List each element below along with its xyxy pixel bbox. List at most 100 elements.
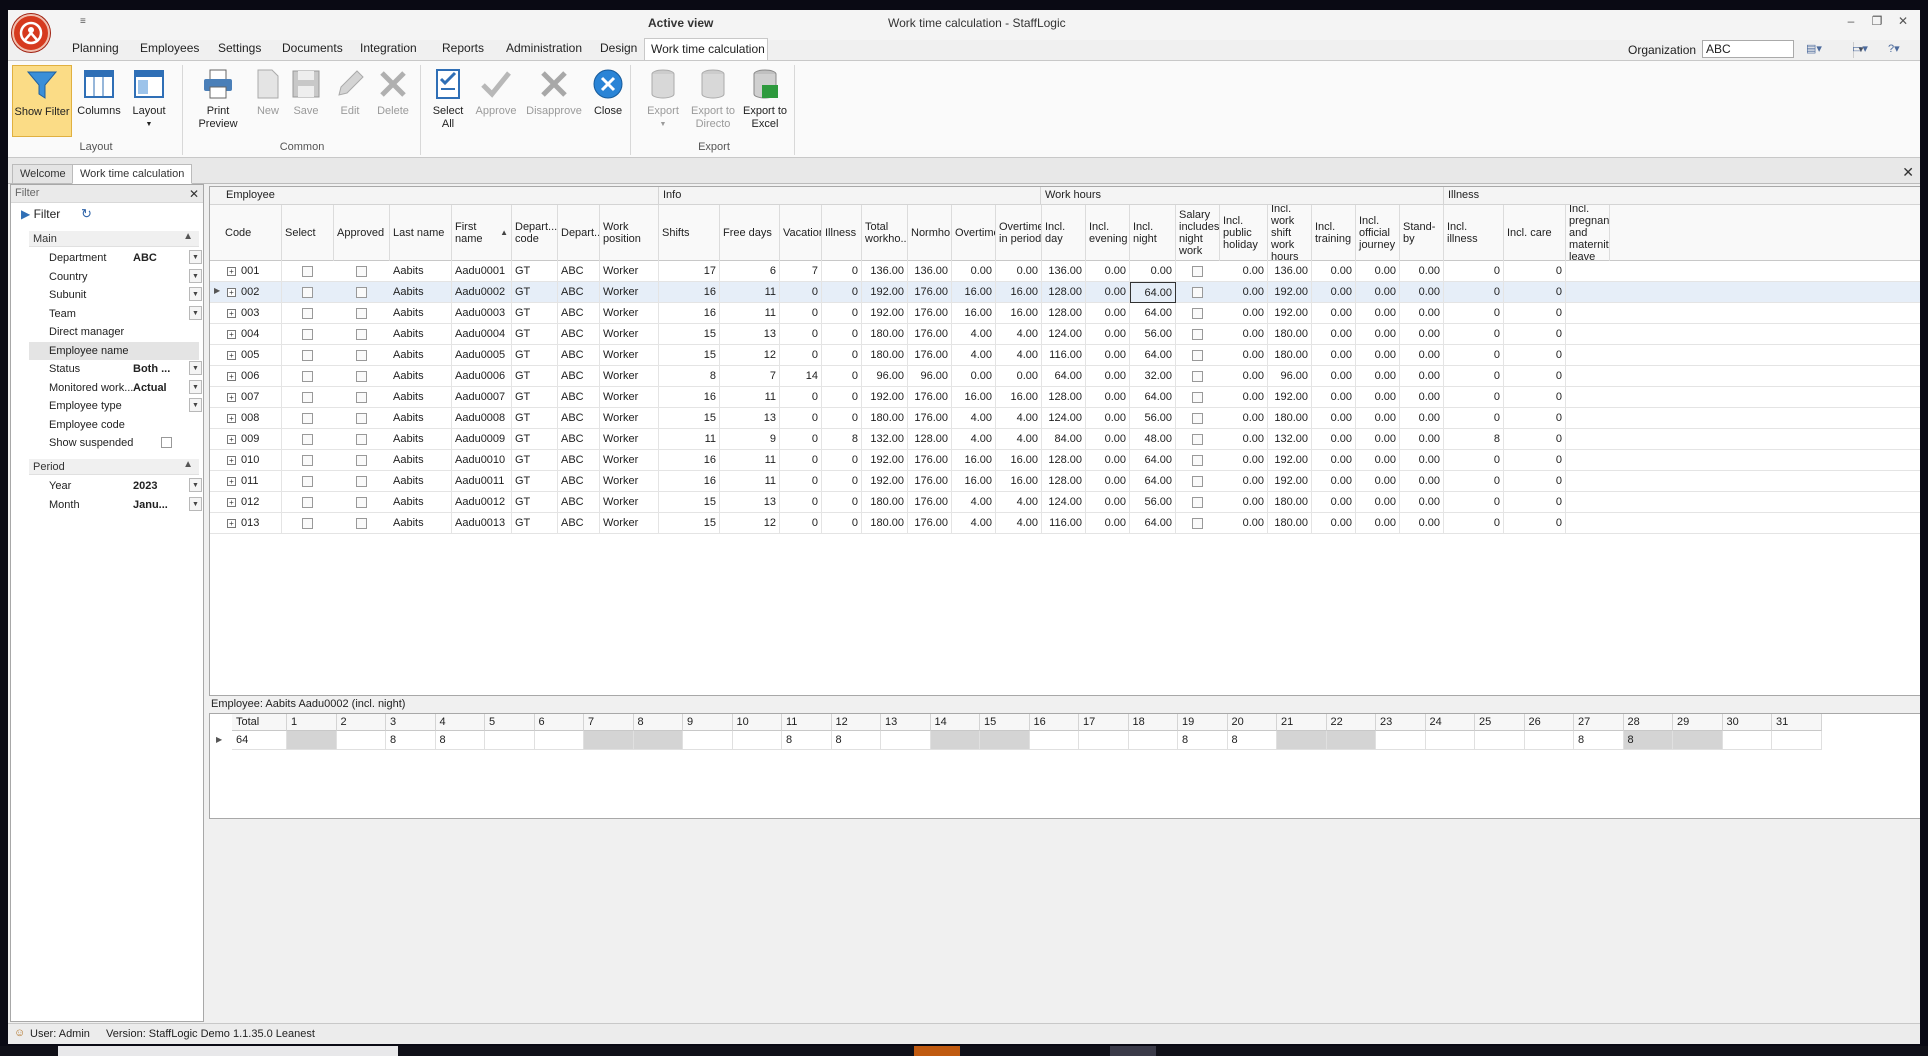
table-cell[interactable]: 0.00	[1220, 282, 1268, 303]
approved-checkbox[interactable]	[356, 329, 367, 340]
table-cell[interactable]: 0	[780, 408, 822, 429]
table-cell[interactable]: 176.00	[908, 282, 952, 303]
table-cell[interactable]: 0	[780, 450, 822, 471]
table-cell[interactable]: Aabits	[390, 324, 452, 345]
table-cell[interactable]: 0.00	[1220, 450, 1268, 471]
filter-row[interactable]: Month Janu... ▼	[29, 496, 202, 514]
table-cell[interactable]: Worker	[600, 408, 659, 429]
filter-row[interactable]: Country ▼	[29, 268, 202, 286]
table-cell[interactable]: 7	[720, 366, 780, 387]
table-cell[interactable]: GT	[512, 345, 558, 366]
table-cell[interactable]: 136.00	[908, 261, 952, 282]
table-cell[interactable]: 0.00	[1220, 324, 1268, 345]
table-cell[interactable]: 0.00	[1356, 471, 1400, 492]
table-cell[interactable]: GT	[512, 282, 558, 303]
table-cell[interactable]: Worker	[600, 492, 659, 513]
app-logo-icon[interactable]	[12, 14, 50, 52]
table-cell[interactable]: 192.00	[862, 282, 908, 303]
table-cell[interactable]: Aadu0013	[452, 513, 512, 534]
table-cell[interactable]: 0.00	[1220, 492, 1268, 513]
table-cell[interactable]: 0	[1444, 303, 1504, 324]
table-cell[interactable]: 192.00	[862, 450, 908, 471]
export-to-directo-button[interactable]: Export to Directo	[686, 65, 740, 137]
table-cell[interactable]: 013	[238, 513, 282, 534]
table-cell[interactable]: GT	[512, 471, 558, 492]
table-cell[interactable]: 0.00	[1400, 366, 1444, 387]
column-header[interactable]: Incl. care	[1504, 205, 1566, 261]
table-cell[interactable]: Aabits	[390, 261, 452, 282]
column-header[interactable]: Incl. training	[1312, 205, 1356, 261]
table-cell[interactable]: 6	[720, 261, 780, 282]
table-cell[interactable]: 0.00	[1312, 408, 1356, 429]
table-cell[interactable]: 0	[822, 345, 862, 366]
table-cell[interactable]: 11	[720, 450, 780, 471]
table-cell[interactable]: 0.00	[1312, 345, 1356, 366]
column-header[interactable]: First name ▲	[452, 205, 512, 261]
table-cell[interactable]: 0.00	[1400, 429, 1444, 450]
column-header[interactable]: Approved	[334, 205, 390, 261]
table-row[interactable]: +005 Aabits Aadu0005 GT ABC Worker 15 12 0 0 180.0…	[210, 345, 1920, 366]
table-cell[interactable]: Aabits	[390, 513, 452, 534]
table-cell[interactable]: Worker	[600, 471, 659, 492]
table-cell[interactable]: 0.00	[1356, 324, 1400, 345]
table-cell[interactable]: 009	[238, 429, 282, 450]
salary-night-work-checkbox[interactable]	[1192, 287, 1203, 298]
table-cell[interactable]: 0.00	[1312, 324, 1356, 345]
table-cell[interactable]: 0.00	[1086, 303, 1130, 324]
table-cell[interactable]: 0.00	[1356, 429, 1400, 450]
chevron-down-icon[interactable]: ▼	[189, 250, 202, 264]
chevron-down-icon[interactable]: ▼	[189, 287, 202, 301]
table-cell[interactable]: 192.00	[1268, 282, 1312, 303]
column-header[interactable]: Incl. pregnancy and maternity leave	[1566, 205, 1610, 261]
column-header[interactable]: Incl. work shift work hours	[1268, 205, 1312, 261]
table-cell[interactable]: 0	[1504, 513, 1566, 534]
salary-night-work-checkbox[interactable]	[1192, 455, 1203, 466]
select-checkbox[interactable]	[302, 350, 313, 361]
table-cell[interactable]: 0.00	[952, 366, 996, 387]
table-cell[interactable]: 16	[659, 303, 720, 324]
print-preview-button[interactable]: Print Preview	[188, 65, 248, 137]
table-cell[interactable]: 0.00	[1356, 513, 1400, 534]
expand-row-icon[interactable]: +	[227, 456, 236, 465]
filter-row[interactable]: Direct manager	[29, 323, 199, 341]
table-cell[interactable]: 13	[720, 324, 780, 345]
table-cell[interactable]: 0	[822, 282, 862, 303]
salary-night-work-checkbox[interactable]	[1192, 392, 1203, 403]
table-cell[interactable]: 0	[1504, 282, 1566, 303]
table-cell[interactable]: GT	[512, 261, 558, 282]
table-cell[interactable]: 0	[780, 282, 822, 303]
table-cell[interactable]: GT	[512, 492, 558, 513]
table-cell[interactable]: ABC	[558, 429, 600, 450]
chevron-down-icon[interactable]: ▼	[189, 379, 202, 394]
table-cell[interactable]: 0.00	[1400, 492, 1444, 513]
new-button[interactable]: New	[248, 65, 288, 137]
table-cell[interactable]: GT	[512, 366, 558, 387]
table-cell[interactable]: 0.00	[1356, 282, 1400, 303]
taskbar-item[interactable]	[914, 1046, 960, 1056]
table-cell[interactable]: 0.00	[1086, 429, 1130, 450]
table-cell[interactable]: Aabits	[390, 303, 452, 324]
table-cell[interactable]: 0.00	[952, 261, 996, 282]
table-cell[interactable]: 16.00	[996, 450, 1042, 471]
table-cell[interactable]: 64.00	[1042, 366, 1086, 387]
salary-night-work-checkbox[interactable]	[1192, 350, 1203, 361]
table-cell[interactable]: 0.00	[1312, 366, 1356, 387]
table-cell[interactable]: 180.00	[862, 513, 908, 534]
column-header[interactable]: Incl. official journey	[1356, 205, 1400, 261]
detail-cell[interactable]: 8	[831, 731, 881, 750]
table-cell[interactable]: 96.00	[1268, 366, 1312, 387]
taskbar-item[interactable]	[58, 1046, 398, 1056]
table-cell[interactable]: ABC	[558, 492, 600, 513]
table-row[interactable]: +008 Aabits Aadu0008 GT ABC Worker 15 13 0 0 180.0…	[210, 408, 1920, 429]
table-cell[interactable]: 0.00	[1400, 324, 1444, 345]
detail-cell[interactable]	[1128, 731, 1178, 750]
table-cell[interactable]: 180.00	[862, 492, 908, 513]
table-cell[interactable]: 0.00	[1220, 345, 1268, 366]
filter-section-main[interactable]: Main ▲	[29, 231, 199, 247]
minimize-button[interactable]: –	[1838, 14, 1864, 32]
tab-work-time-calculation[interactable]: Work time calculation	[644, 38, 768, 60]
tab-integration[interactable]: Integration	[354, 38, 423, 60]
table-cell[interactable]: 14	[780, 366, 822, 387]
table-cell[interactable]: 136.00	[1268, 261, 1312, 282]
table-cell[interactable]: GT	[512, 324, 558, 345]
